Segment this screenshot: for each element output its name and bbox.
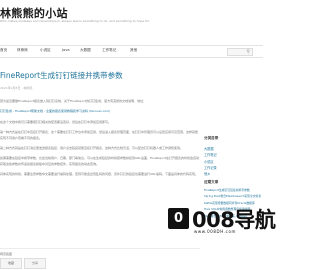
watermark-url: www.008DH.com	[194, 229, 236, 234]
content-bottom-divider	[0, 248, 200, 249]
nav-item-java[interactable]: Java	[62, 48, 70, 52]
search-icon[interactable]: ⚲	[246, 49, 250, 55]
post-title[interactable]: FineReport生成钉钉链接并携带参数	[0, 70, 123, 81]
post-paragraph: 第二种方式就是在钉钉消息里发送报表链接，用户点击链接就能直接打开报表，这种方式比…	[0, 146, 184, 151]
nav-item-other[interactable]: 其他	[130, 48, 137, 53]
sidebar-categories-list: 大数据 工作笔记 小说区 工作记录 他乡	[204, 146, 259, 177]
nav-item-home[interactable]: 首页	[0, 48, 7, 53]
sidebar-recent-title: 近期文章	[204, 180, 219, 184]
share-button[interactable]: 分享	[24, 258, 46, 269]
watermark-logo-icon: 0	[168, 208, 189, 229]
nav-item-author[interactable]: 林熊熊	[17, 48, 28, 53]
post-meta: 2021年2月8日 · 林熊熊	[0, 86, 33, 90]
sidebar-category-link[interactable]: 他乡	[204, 171, 259, 177]
watermark-logo-glyph: 0	[173, 211, 184, 226]
post-doc-link[interactable]: 钉钉集成 - FineReport帮助文档 - 全面的报表使用教程和学习资料 (…	[0, 109, 200, 114]
footer-tab-label[interactable]: 网页截图	[0, 252, 12, 256]
main-nav: 首页 林熊熊 小说区 Java 大数据 工作笔记 其他 ⚲	[0, 47, 263, 57]
post-paragraph: 在这个文档中我们只需要把钉钉相关的配置都设置好，然后在钉钉中添加应用即可。	[0, 119, 112, 124]
nav-item-worknotes[interactable]: 工作笔记	[102, 48, 116, 53]
nav-item-novels[interactable]: 小说区	[40, 48, 51, 53]
site-description: Who makes mistakes and remembers it, alw…	[0, 19, 150, 23]
favorite-button[interactable]: 收藏	[0, 258, 22, 269]
post-paragraph: 具体实现的时候，需要注意参数中文需要进行编码处理，否则可能会出现乱码的问题，另外…	[0, 172, 198, 177]
post-content: 因为最近要做FineReport报表嵌入到钉钉系统，关于FineReport的钉…	[0, 99, 200, 183]
post-paragraph: 如果需要在链接中携带参数，比如当前用户、日期、部门等信息，可以在生成链接的时候把…	[0, 156, 199, 166]
post-paragraph: 因为最近要做FineReport报表嵌入到钉钉系统，关于FineReport的钉…	[0, 99, 147, 103]
search-input[interactable]: ⚲	[227, 48, 253, 56]
post-paragraph: 第一种方式是在钉钉中直接打开报表，这个需要在钉钉工作台中添加应用，然后进入报表管…	[0, 130, 199, 140]
sidebar-recent-link[interactable]: Spring Boot整合Elasticsearch实现全文检索	[204, 193, 263, 199]
sidebar-categories-title: 分类目录	[204, 136, 219, 140]
nav-top-divider	[0, 45, 263, 46]
nav-item-bigdata[interactable]: 大数据	[80, 48, 91, 53]
nav-bottom-divider	[0, 57, 263, 58]
